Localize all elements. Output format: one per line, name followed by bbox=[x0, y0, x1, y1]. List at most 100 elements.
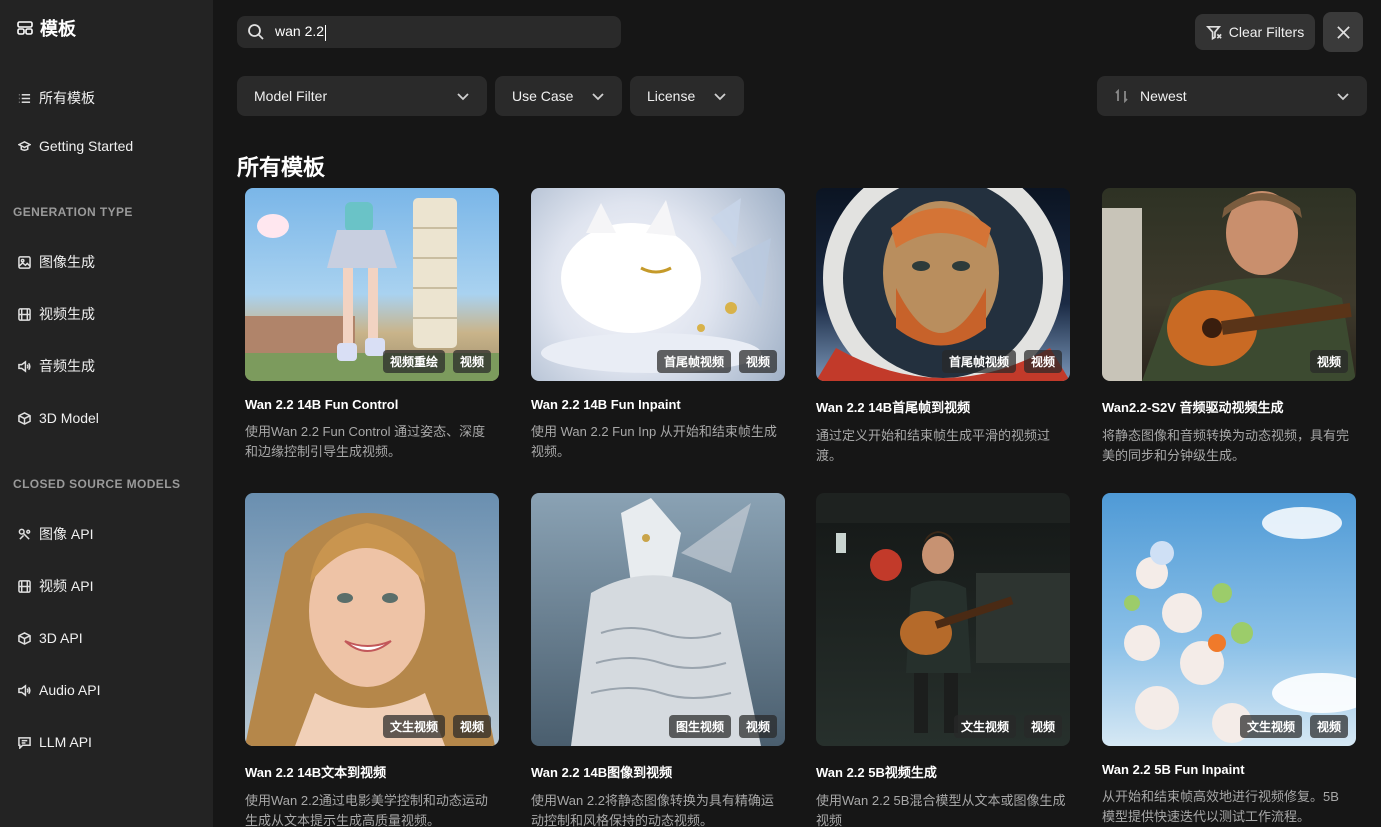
cube-icon bbox=[18, 411, 31, 425]
license-dropdown[interactable]: License bbox=[630, 76, 744, 116]
search-bar[interactable]: wan 2.2 bbox=[237, 16, 621, 48]
template-card[interactable]: 文生视频 视频 Wan 2.2 14B文本到视频 使用Wan 2.2通过电影美学… bbox=[245, 493, 499, 827]
card-tags: 文生视频 视频 bbox=[382, 715, 491, 738]
sidebar-item-label: LLM API bbox=[39, 734, 92, 750]
generation-type-header: GENERATION TYPE bbox=[13, 205, 133, 219]
cube-icon bbox=[18, 631, 31, 645]
template-card[interactable]: 图生视频 视频 Wan 2.2 14B图像到视频 使用Wan 2.2将静态图像转… bbox=[531, 493, 785, 827]
sidebar-item-llm-api[interactable]: LLM API bbox=[18, 730, 92, 754]
sidebar-item-image-gen[interactable]: 图像生成 bbox=[18, 250, 95, 274]
sidebar-item-label: 3D Model bbox=[39, 410, 99, 426]
card-description: 将静态图像和音频转换为动态视频，具有完美的同步和分钟级生成。 bbox=[1102, 428, 1350, 463]
filter-off-icon bbox=[1205, 25, 1222, 40]
sidebar-item-label: 视频 API bbox=[39, 578, 94, 594]
card-description: 使用Wan 2.2 Fun Control 通过姿态、深度和边缘控制引导生成视频… bbox=[245, 424, 486, 459]
template-card[interactable]: 首尾帧视频 视频 Wan 2.2 14B首尾帧到视频 通过定义开始和结束帧生成平… bbox=[816, 188, 1070, 466]
card-thumbnail: 文生视频 视频 bbox=[816, 493, 1070, 746]
card-tag: 首尾帧视频 bbox=[941, 350, 1016, 373]
thumbnail-image bbox=[816, 493, 1070, 733]
card-description: 通过定义开始和结束帧生成平滑的视频过渡。 bbox=[816, 428, 1051, 463]
card-thumbnail: 图生视频 视频 bbox=[531, 493, 785, 746]
card-thumbnail: 视频 bbox=[1102, 188, 1356, 381]
sidebar-item-video-gen[interactable]: 视频生成 bbox=[18, 302, 95, 326]
thumbnail-image bbox=[245, 513, 495, 746]
card-tag: 视频 bbox=[738, 350, 777, 373]
card-tag: 视频 bbox=[1023, 350, 1062, 373]
brand[interactable]: 模板 bbox=[16, 16, 76, 40]
text-caret bbox=[325, 24, 327, 41]
sidebar-item-label: 图像生成 bbox=[39, 254, 95, 270]
sidebar-item-label: Getting Started bbox=[39, 138, 134, 154]
sidebar-item-image-api[interactable]: 图像 API bbox=[18, 522, 93, 546]
card-thumbnail: 视频重绘 视频 bbox=[245, 188, 499, 381]
card-tags: 首尾帧视频 视频 bbox=[941, 350, 1062, 373]
sidebar-item-audio-gen[interactable]: 音频生成 bbox=[18, 354, 95, 378]
sidebar-item-video-api[interactable]: 视频 API bbox=[18, 574, 93, 598]
image-icon bbox=[18, 255, 31, 269]
sidebar-item-label: 图像 API bbox=[39, 526, 94, 542]
card-thumbnail: 首尾帧视频 视频 bbox=[816, 188, 1070, 381]
card-description: 使用Wan 2.2通过电影美学控制和动态运动生成从文本提示生成高质量视频。 bbox=[245, 793, 488, 827]
sidebar-item-all-templates[interactable]: 所有模板 bbox=[18, 86, 95, 110]
template-card[interactable]: 视频 Wan2.2-S2V 音频驱动视频生成 将静态图像和音频转换为动态视频，具… bbox=[1102, 188, 1356, 466]
sidebar-item-label: Audio API bbox=[39, 682, 101, 698]
card-tags: 视频 bbox=[1309, 350, 1348, 373]
clear-filters-label: Clear Filters bbox=[1228, 24, 1305, 40]
sidebar-item-label: 3D API bbox=[39, 630, 83, 646]
card-tag: 文生视频 bbox=[1239, 715, 1302, 738]
card-tag: 视频 bbox=[452, 715, 491, 738]
card-description: 使用Wan 2.2 5B混合模型从文本或图像生成视频 bbox=[816, 793, 1066, 827]
close-icon bbox=[1336, 25, 1350, 39]
card-title: Wan 2.2 14B首尾帧到视频 bbox=[816, 400, 971, 415]
card-tags: 图生视频 视频 bbox=[668, 715, 777, 738]
list-icon bbox=[18, 93, 31, 103]
card-title: Wan 2.2 5B视频生成 bbox=[816, 765, 937, 780]
chevron-down-icon bbox=[457, 93, 469, 101]
close-button[interactable] bbox=[1323, 12, 1363, 52]
card-thumbnail: 文生视频 视频 bbox=[1102, 493, 1356, 746]
card-tag: 视频 bbox=[1309, 350, 1348, 373]
sidebar-item-3d-api[interactable]: 3D API bbox=[18, 626, 83, 650]
chevron-down-icon bbox=[1337, 93, 1349, 101]
model-filter-dropdown[interactable]: Model Filter bbox=[237, 76, 487, 116]
use-case-dropdown[interactable]: Use Case bbox=[495, 76, 622, 116]
card-title: Wan 2.2 14B文本到视频 bbox=[245, 765, 387, 780]
card-tag: 视频 bbox=[452, 350, 491, 373]
card-tags: 视频重绘 视频 bbox=[382, 350, 491, 373]
card-tag: 文生视频 bbox=[382, 715, 445, 738]
template-card[interactable]: 文生视频 视频 Wan 2.2 5B视频生成 使用Wan 2.2 5B混合模型从… bbox=[816, 493, 1070, 827]
sidebar-item-3d-model[interactable]: 3D Model bbox=[18, 406, 99, 430]
thumbnail-image bbox=[1124, 507, 1356, 743]
sidebar-item-audio-api[interactable]: Audio API bbox=[18, 678, 101, 702]
model-filter-label: Model Filter bbox=[254, 88, 328, 104]
card-description: 从开始和结束帧高效地进行视频修复。5B 模型提供快速迭代以测试工作流程。 bbox=[1102, 789, 1339, 824]
template-card[interactable]: 视频重绘 视频 Wan 2.2 14B Fun Control 使用Wan 2.… bbox=[245, 188, 499, 462]
license-label: License bbox=[647, 88, 696, 104]
card-tag: 文生视频 bbox=[953, 715, 1016, 738]
clear-filters-button[interactable]: Clear Filters bbox=[1195, 14, 1315, 50]
card-title: Wan 2.2 14B Fun Control bbox=[245, 397, 399, 412]
sort-label: Newest bbox=[1140, 88, 1187, 104]
card-tag: 视频 bbox=[1309, 715, 1348, 738]
sidebar-item-label: 音频生成 bbox=[39, 358, 95, 374]
chat-icon bbox=[18, 736, 31, 749]
sidebar-item-getting-started[interactable]: Getting Started bbox=[18, 134, 133, 158]
search-icon bbox=[248, 24, 264, 40]
brand-label: 模板 bbox=[40, 19, 76, 39]
template-card[interactable]: 文生视频 视频 Wan 2.2 5B Fun Inpaint 从开始和结束帧高效… bbox=[1102, 493, 1356, 827]
use-case-label: Use Case bbox=[512, 88, 574, 104]
templates-icon bbox=[17, 21, 33, 35]
sort-value: Newest bbox=[1114, 88, 1187, 104]
template-card[interactable]: 首尾帧视频 视频 Wan 2.2 14B Fun Inpaint 使用 Wan … bbox=[531, 188, 785, 462]
card-tags: 首尾帧视频 视频 bbox=[656, 350, 777, 373]
film-icon bbox=[18, 307, 31, 321]
card-title: Wan 2.2 5B Fun Inpaint bbox=[1102, 762, 1245, 777]
card-title: Wan 2.2 14B Fun Inpaint bbox=[531, 397, 681, 412]
search-input[interactable]: wan 2.2 bbox=[275, 23, 327, 41]
film-icon bbox=[18, 579, 31, 593]
card-description: 使用 Wan 2.2 Fun Inp 从开始和结束帧生成视频。 bbox=[531, 424, 777, 459]
card-description: 使用Wan 2.2将静态图像转换为具有精确运动控制和风格保持的动态视频。 bbox=[531, 793, 774, 827]
sidebar: 模板 所有模板 Getting Started GENERATION TYPE … bbox=[0, 0, 213, 827]
chevron-down-icon bbox=[592, 93, 604, 101]
sort-dropdown[interactable]: Newest bbox=[1097, 76, 1367, 116]
